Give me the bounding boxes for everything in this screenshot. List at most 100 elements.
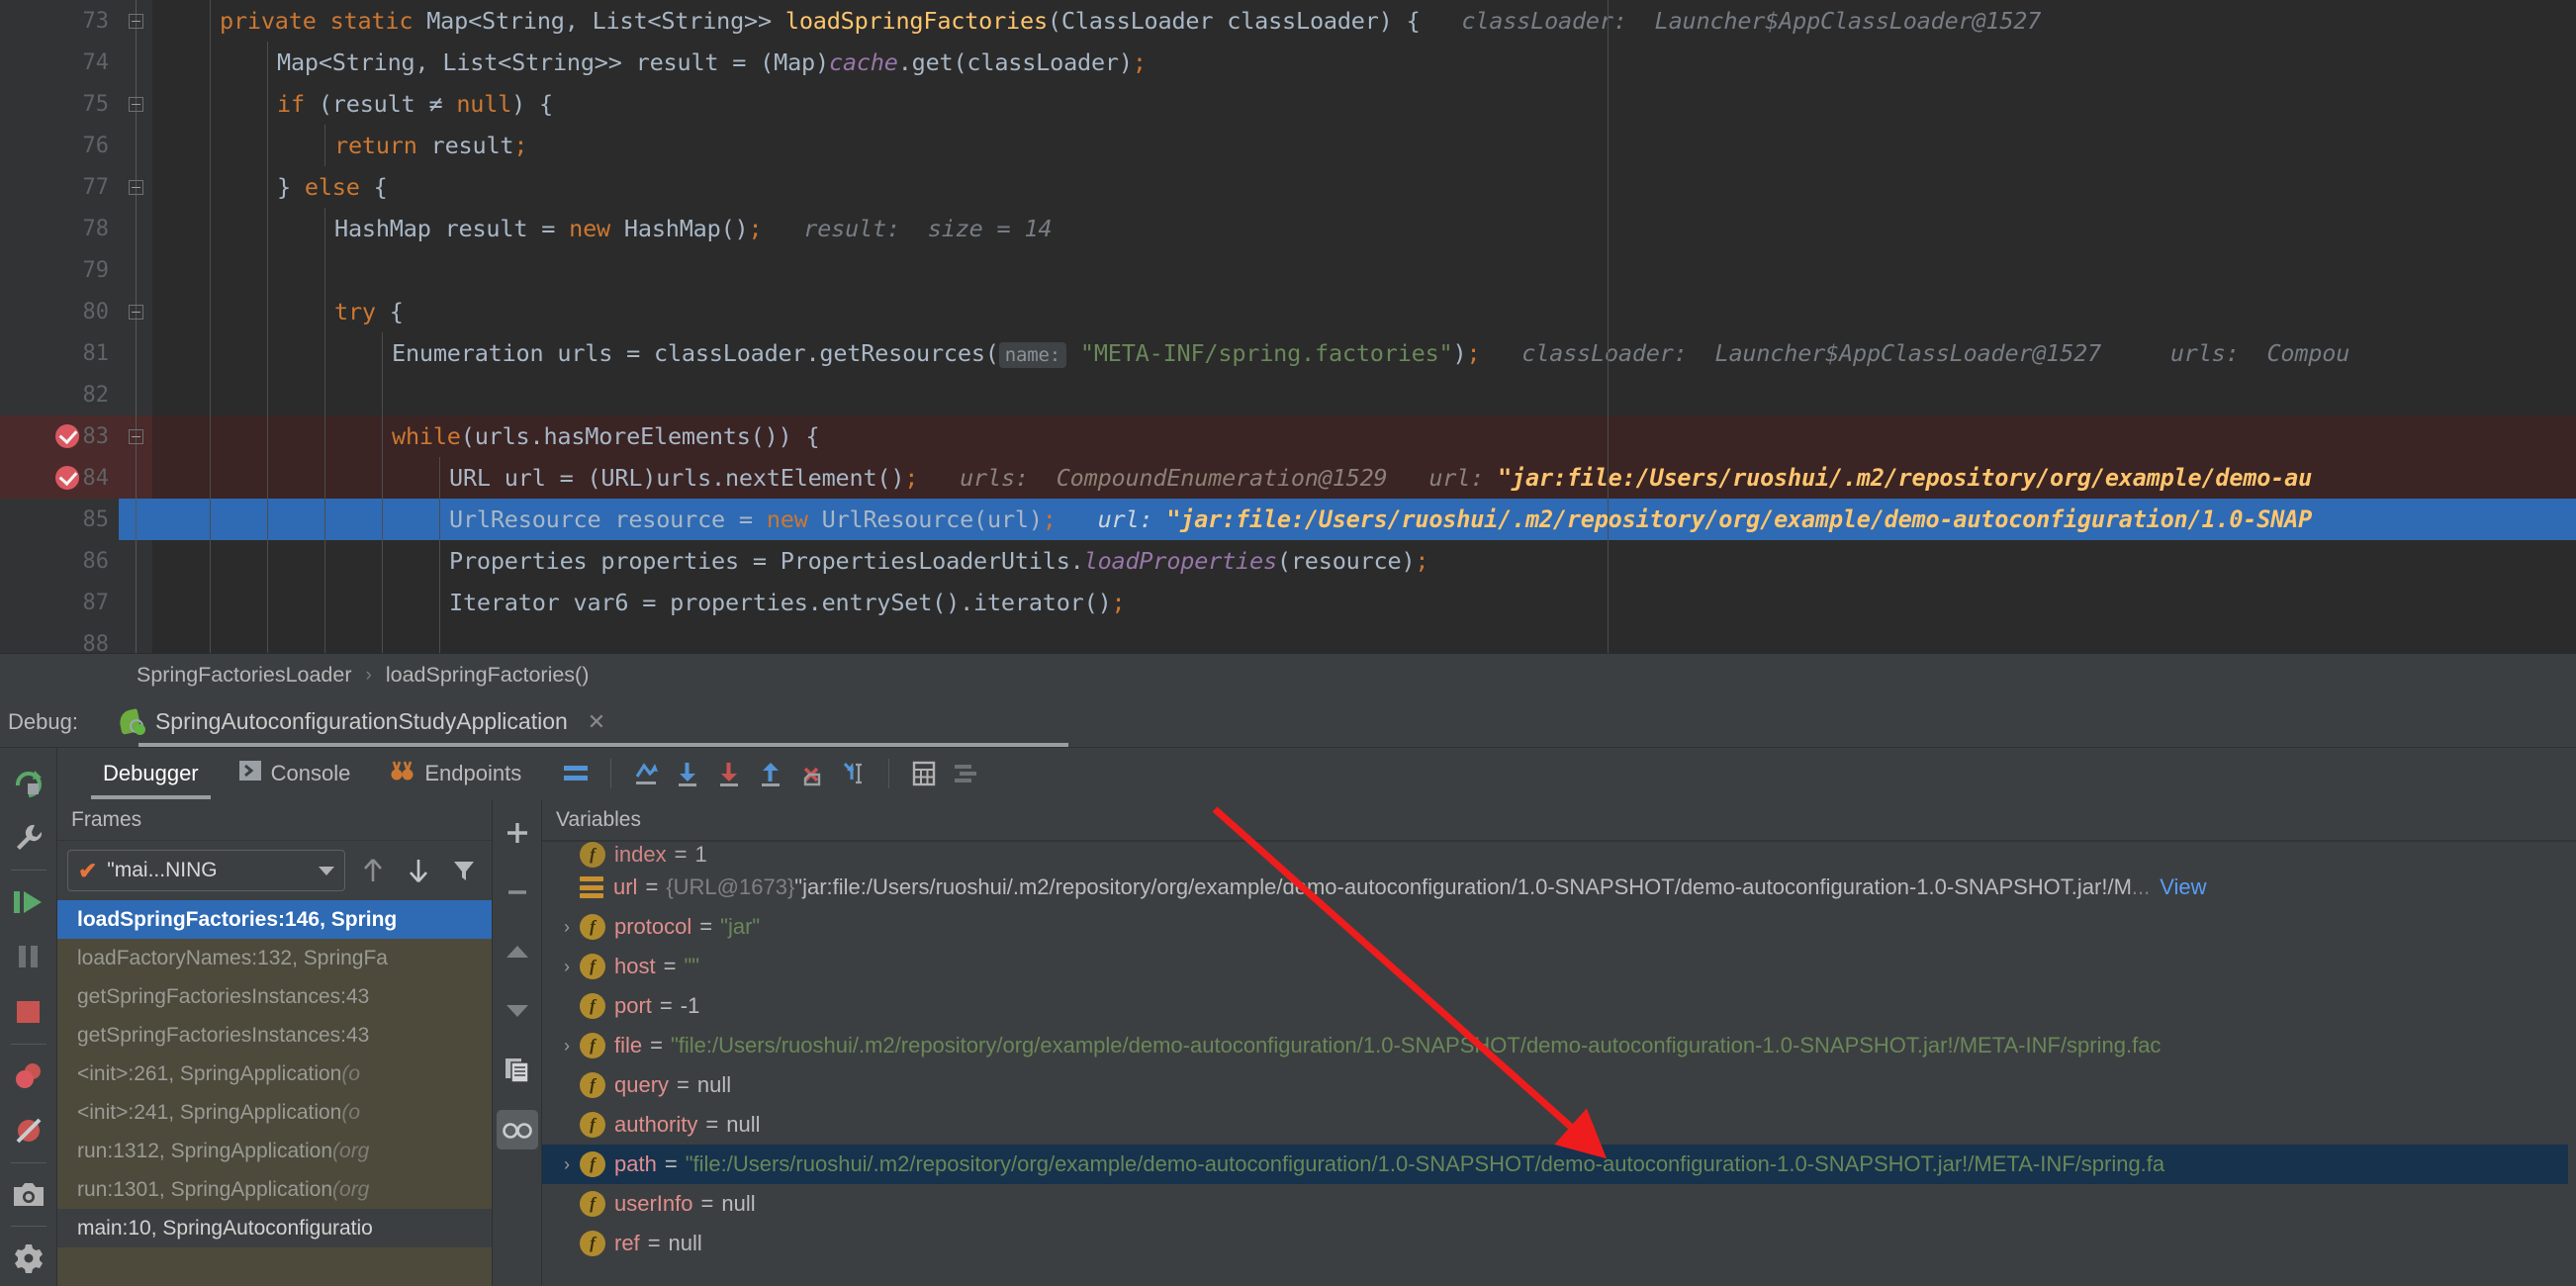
show-execution-point-icon[interactable] xyxy=(625,753,667,794)
move-up-frame-icon[interactable] xyxy=(355,853,391,888)
code-line[interactable]: 87 Iterator var6 = properties.entrySet().… xyxy=(0,582,2576,623)
variable-row[interactable]: › f protocol = "jar" xyxy=(542,907,2576,947)
frame-item[interactable]: loadFactoryNames:132, SpringFa xyxy=(57,939,492,977)
screenshot-icon[interactable] xyxy=(0,1167,57,1223)
move-up-icon[interactable] xyxy=(497,932,538,971)
fold-gutter[interactable] xyxy=(119,582,152,623)
fold-collapse-icon[interactable] xyxy=(128,428,143,444)
rerun-icon[interactable] xyxy=(0,756,57,811)
fold-gutter[interactable] xyxy=(119,249,152,291)
variable-row[interactable]: f index = 1 xyxy=(542,842,2576,868)
frame-item[interactable]: run:1301, SpringApplication (org xyxy=(57,1170,492,1209)
fold-collapse-icon[interactable] xyxy=(128,304,143,320)
chevron-right-icon[interactable]: › xyxy=(554,1036,580,1056)
fold-gutter[interactable] xyxy=(119,623,152,653)
code-line[interactable]: 85 UrlResource resource = new UrlResource… xyxy=(0,499,2576,540)
stop-icon[interactable] xyxy=(0,984,57,1040)
code-line[interactable]: 74 Map<String, List<String>> result = (Ma… xyxy=(0,42,2576,83)
fold-gutter[interactable] xyxy=(119,83,152,125)
force-step-into-icon[interactable] xyxy=(791,753,833,794)
breakpoint-icon[interactable] xyxy=(55,466,79,490)
tab-endpoints[interactable]: Endpoints xyxy=(370,748,541,799)
code-line[interactable]: 78 HashMap result = new HashMap(); result… xyxy=(0,208,2576,249)
fold-collapse-icon[interactable] xyxy=(128,96,143,112)
chevron-down-icon[interactable] xyxy=(319,866,334,875)
tab-console[interactable]: Console xyxy=(219,748,371,799)
remove-watch-icon[interactable] xyxy=(497,873,538,912)
variables-scrollbar[interactable] xyxy=(2568,842,2576,1286)
variable-row[interactable]: › f host = "" xyxy=(542,947,2576,986)
code-line[interactable]: 83 while(urls.hasMoreElements()) { xyxy=(0,415,2576,457)
code-line[interactable]: 80 try { xyxy=(0,291,2576,332)
variable-row[interactable]: f authority = null xyxy=(542,1105,2576,1145)
breakpoint-icon[interactable] xyxy=(55,424,79,448)
chevron-right-icon[interactable]: › xyxy=(554,917,580,938)
breadcrumb-method[interactable]: loadSpringFactories() xyxy=(386,663,590,688)
fold-collapse-icon[interactable] xyxy=(128,13,143,29)
code-line[interactable]: 82 xyxy=(0,374,2576,415)
fold-gutter[interactable] xyxy=(119,291,152,332)
evaluate-expression-icon[interactable] xyxy=(903,753,945,794)
chevron-right-icon[interactable]: › xyxy=(554,1154,580,1175)
chevron-right-icon[interactable]: › xyxy=(554,957,580,977)
variable-row[interactable]: › f path = "file:/Users/ruoshui/.m2/reposito… xyxy=(542,1145,2576,1184)
debug-session-tab[interactable]: SpringAutoconfigurationStudyApplication … xyxy=(106,696,619,748)
variable-row[interactable]: f port = -1 xyxy=(542,986,2576,1026)
frames-list[interactable]: loadSpringFactories:146, Spring loadFacto… xyxy=(57,900,492,1286)
tab-debugger[interactable]: Debugger xyxy=(83,748,219,799)
settings-list-icon[interactable] xyxy=(945,753,986,794)
mute-breakpoints-icon[interactable] xyxy=(0,1103,57,1158)
frame-item[interactable]: loadSpringFactories:146, Spring xyxy=(57,900,492,939)
fold-gutter[interactable] xyxy=(119,540,152,582)
code-line[interactable]: 77} else { xyxy=(0,166,2576,208)
code-line[interactable]: 76 return result; xyxy=(0,125,2576,166)
breadcrumb[interactable]: SpringFactoriesLoader › loadSpringFactor… xyxy=(0,653,2576,696)
fold-gutter[interactable] xyxy=(119,0,152,42)
variables-tree[interactable]: f index = 1 url = {URL@1673} "jar:file:/Users/… xyxy=(542,841,2576,1286)
view-value-link[interactable]: View xyxy=(2160,874,2206,900)
code-line[interactable]: 79 xyxy=(0,249,2576,291)
code-line[interactable]: 73 private static Map<String, List<String… xyxy=(0,0,2576,42)
variable-row[interactable]: f ref = null xyxy=(542,1224,2576,1263)
move-down-frame-icon[interactable] xyxy=(401,853,436,888)
code-line[interactable]: 75 if (result ≠ null) { xyxy=(0,83,2576,125)
pause-program-icon[interactable] xyxy=(0,930,57,985)
inspect-icon[interactable] xyxy=(496,1110,538,1149)
fold-gutter[interactable] xyxy=(119,42,152,83)
fold-end-icon[interactable] xyxy=(128,179,143,195)
fold-gutter[interactable] xyxy=(119,208,152,249)
fold-gutter[interactable] xyxy=(119,332,152,374)
step-out-icon[interactable] xyxy=(750,753,791,794)
frame-item[interactable]: main:10, SpringAutoconfiguratio xyxy=(57,1209,492,1247)
edit-configuration-icon[interactable] xyxy=(0,811,57,867)
variable-row[interactable]: f query = null xyxy=(542,1065,2576,1105)
fold-gutter[interactable] xyxy=(119,374,152,415)
filter-frames-icon[interactable] xyxy=(446,853,482,888)
move-down-icon[interactable] xyxy=(497,991,538,1031)
frame-item[interactable]: getSpringFactoriesInstances:43 xyxy=(57,977,492,1016)
fold-gutter[interactable] xyxy=(119,166,152,208)
close-icon[interactable]: ✕ xyxy=(588,709,605,735)
code-line[interactable]: 84 URL url = (URL)urls.nextElement(); url… xyxy=(0,457,2576,499)
add-watch-icon[interactable] xyxy=(497,813,538,853)
step-into-icon[interactable] xyxy=(708,753,750,794)
breadcrumb-class[interactable]: SpringFactoriesLoader xyxy=(137,663,352,688)
fold-gutter[interactable] xyxy=(119,457,152,499)
view-breakpoints-icon[interactable] xyxy=(0,1049,57,1104)
copy-value-icon[interactable] xyxy=(497,1051,538,1090)
frame-item[interactable]: <init>:241, SpringApplication (o xyxy=(57,1093,492,1132)
code-line[interactable]: 86 Properties properties = PropertiesLoad… xyxy=(0,540,2576,582)
variable-row[interactable]: url = {URL@1673} "jar:file:/Users/ruoshui/… xyxy=(542,868,2576,907)
step-over-icon[interactable] xyxy=(667,753,708,794)
fold-gutter[interactable] xyxy=(119,415,152,457)
layout-settings-icon[interactable] xyxy=(555,753,597,794)
code-line[interactable]: 88 xyxy=(0,623,2576,653)
resume-program-icon[interactable] xyxy=(0,874,57,930)
variable-row[interactable]: f userInfo = null xyxy=(542,1184,2576,1224)
frame-item[interactable]: getSpringFactoriesInstances:43 xyxy=(57,1016,492,1055)
settings-gear-icon[interactable] xyxy=(0,1231,57,1286)
run-to-cursor-icon[interactable] xyxy=(833,753,874,794)
frame-item[interactable]: run:1312, SpringApplication (org xyxy=(57,1132,492,1170)
code-line[interactable]: 81 Enumeration urls = classLoader.getReso… xyxy=(0,332,2576,374)
fold-gutter[interactable] xyxy=(119,499,152,540)
